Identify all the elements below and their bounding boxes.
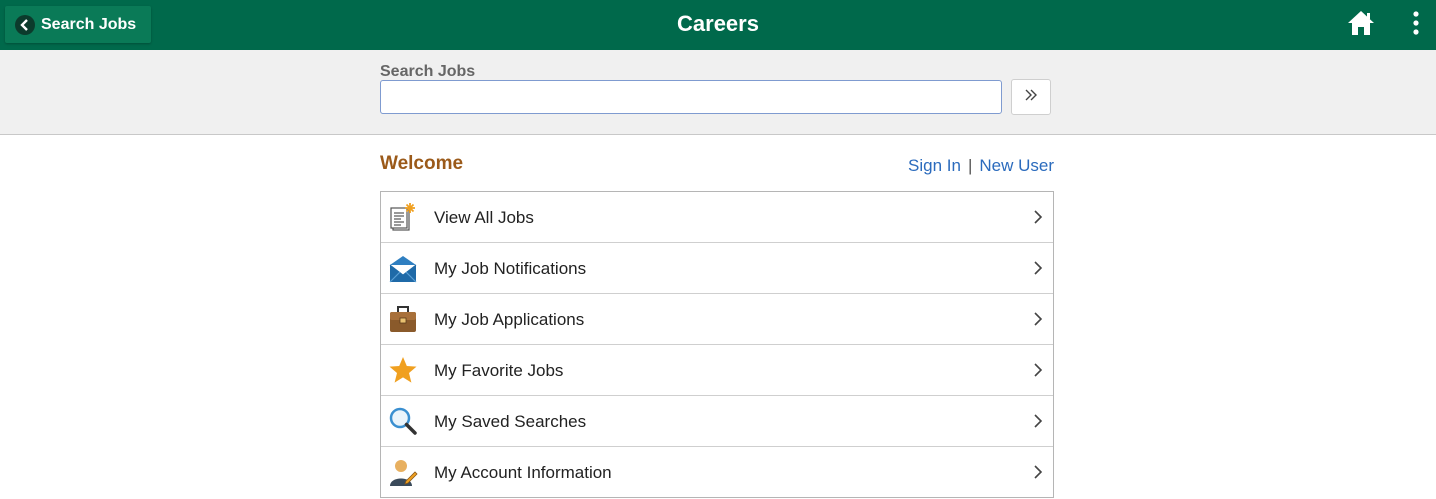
menu-item-label: My Job Notifications [434,259,587,278]
welcome-heading: Welcome [380,153,464,174]
chevron-right-icon [1033,260,1043,276]
menu-item-favorite-jobs[interactable]: My Favorite Jobs [381,345,1053,396]
home-icon[interactable] [1346,9,1376,37]
user-edit-icon [388,457,418,487]
envelope-icon [388,253,418,283]
user-links: Sign In | New User [908,156,1054,176]
menu-item-saved-searches[interactable]: My Saved Searches [381,396,1053,447]
search-label: Search Jobs [380,63,476,80]
menu-item-label: My Job Applications [434,310,585,329]
menu-item-account-information[interactable]: My Account Information [381,447,1053,498]
sign-in-link[interactable]: Sign In [908,156,961,175]
star-icon [388,355,418,385]
search-submit-button[interactable] [1011,79,1051,115]
new-user-link[interactable]: New User [979,156,1054,175]
page-title: Careers [677,11,759,36]
more-options-icon[interactable] [1408,10,1424,38]
briefcase-icon [388,304,418,334]
menu-item-label: My Favorite Jobs [434,361,564,380]
menu-item-label: My Saved Searches [434,412,587,431]
double-chevron-right-icon [1024,88,1038,106]
job-list-icon [388,202,418,232]
chevron-right-icon [1033,413,1043,429]
menu-item-job-applications[interactable]: My Job Applications [381,294,1053,345]
search-input[interactable] [380,80,1002,114]
header-bar: Search Jobs Careers [0,0,1436,50]
chevron-right-icon [1033,311,1043,327]
link-separator: | [967,156,973,175]
menu-item-label: My Account Information [434,463,612,482]
menu-item-label: View All Jobs [434,208,534,227]
magnifier-icon [388,406,418,436]
career-menu-list: View All Jobs My Job Notifications My Jo… [380,191,1054,498]
menu-item-job-notifications[interactable]: My Job Notifications [381,243,1053,294]
search-panel: Search Jobs [0,50,1436,135]
chevron-right-icon [1033,362,1043,378]
menu-item-view-all-jobs[interactable]: View All Jobs [381,192,1053,243]
chevron-right-icon [1033,209,1043,225]
chevron-right-icon [1033,464,1043,480]
